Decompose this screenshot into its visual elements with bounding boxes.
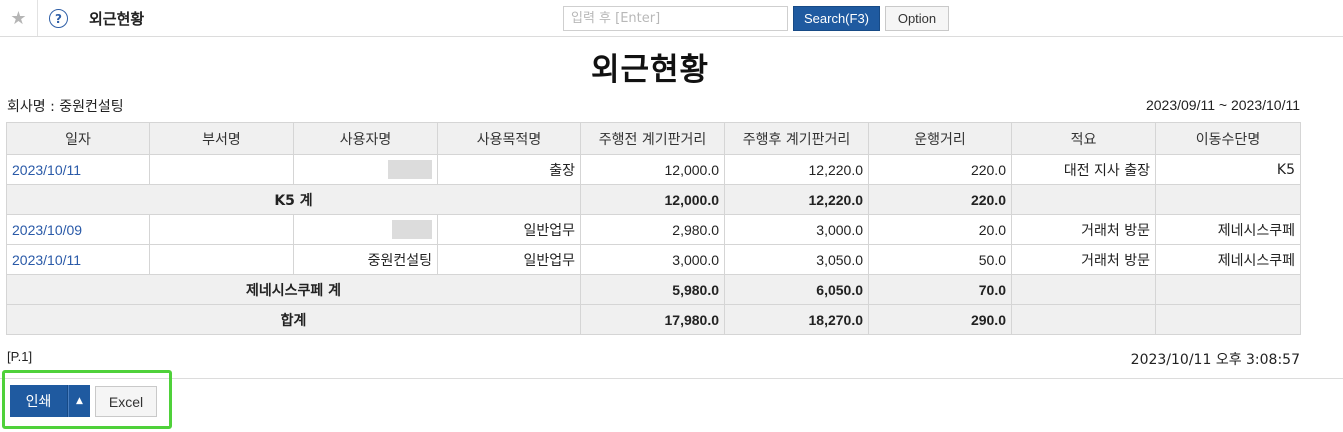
subtotal-after: 6,050.0 [724,274,869,305]
column-header-vehicle[interactable]: 이동수단명 [1155,122,1301,155]
subtotal-memo [1011,274,1156,305]
odometer-before-cell: 3,000.0 [580,244,725,275]
subtotal-vehicle [1155,184,1301,215]
purpose-cell: 일반업무 [437,244,581,275]
subtotal-label: 제네시스쿠페 계 [6,274,581,305]
department-cell [149,214,294,245]
grand-total-before: 17,980.0 [580,304,725,335]
subtotal-before: 5,980.0 [580,274,725,305]
date-link[interactable]: 2023/10/09 [6,214,150,245]
grand-total-after: 18,270.0 [724,304,869,335]
redacted-user [392,220,432,239]
table-header-row: 일자 부서명 사용자명 사용목적명 주행전 계기판거리 주행후 계기판거리 운행… [6,122,1301,155]
department-cell [149,244,294,275]
grand-total-distance: 290.0 [868,304,1012,335]
memo-cell: 거래처 방문 [1011,244,1156,275]
subtotal-label: K5 계 [6,184,581,215]
redacted-user [388,160,432,179]
column-header-department[interactable]: 부서명 [149,122,294,155]
date-link[interactable]: 2023/10/11 [6,244,150,275]
odometer-after-cell: 12,220.0 [724,154,869,185]
report-title: 외근현황 [590,52,710,88]
memo-cell: 대전 지사 출장 [1011,154,1156,185]
subtotal-before: 12,000.0 [580,184,725,215]
column-header-odometer-before[interactable]: 주행전 계기판거리 [580,122,725,155]
distance-cell: 220.0 [868,154,1012,185]
column-header-distance[interactable]: 운행거리 [868,122,1012,155]
search-button[interactable]: Search(F3) [793,6,880,31]
page-name: 외근현황 [89,10,145,28]
subtotal-row: K5 계 12,000.0 12,220.0 220.0 [6,184,1301,215]
top-toolbar: ★ ? 외근현황 Search(F3) Option [0,0,1343,37]
vehicle-cell: 제네시스쿠페 [1155,214,1301,245]
grand-total-vehicle [1155,304,1301,335]
help-icon[interactable]: ? [49,9,68,28]
vehicle-cell: 제네시스쿠페 [1155,244,1301,275]
subtotal-memo [1011,184,1156,215]
subtotal-row: 제네시스쿠페 계 5,980.0 6,050.0 70.0 [6,274,1301,305]
odometer-before-cell: 12,000.0 [580,154,725,185]
subtotal-after: 12,220.0 [724,184,869,215]
vehicle-cell: K5 [1155,154,1301,185]
print-dropdown-caret-icon[interactable]: ▲ [68,385,90,417]
grand-total-row: 합계 17,980.0 18,270.0 290.0 [6,304,1301,335]
search-input[interactable] [563,6,788,31]
table-row: 2023/10/11 중원컨설팅 일반업무 3,000.0 3,050.0 50… [6,244,1301,275]
subtotal-distance: 70.0 [868,274,1012,305]
page-number: [P.1] [7,349,33,364]
column-header-odometer-after[interactable]: 주행후 계기판거리 [724,122,869,155]
column-header-memo[interactable]: 적요 [1011,122,1156,155]
printed-timestamp: 2023/10/11 오후 3:08:57 [1130,352,1300,368]
odometer-after-cell: 3,000.0 [724,214,869,245]
table-row: 2023/10/11 출장 12,000.0 12,220.0 220.0 대전… [6,154,1301,185]
favorite-star-icon[interactable]: ★ [0,0,38,36]
print-button[interactable]: 인쇄 [10,385,68,417]
option-button[interactable]: Option [885,6,949,31]
user-cell [293,214,438,245]
subtotal-vehicle [1155,274,1301,305]
distance-cell: 20.0 [868,214,1012,245]
company-name: 회사명 : 중원컨설팅 [7,99,124,115]
odometer-before-cell: 2,980.0 [580,214,725,245]
footer-divider [0,378,1343,379]
distance-cell: 50.0 [868,244,1012,275]
date-range: 2023/09/11 ~ 2023/10/11 [1145,97,1300,113]
excel-button[interactable]: Excel [95,386,157,417]
user-cell [293,154,438,185]
purpose-cell: 출장 [437,154,581,185]
column-header-date[interactable]: 일자 [6,122,150,155]
grand-total-memo [1011,304,1156,335]
user-cell: 중원컨설팅 [293,244,438,275]
column-header-purpose[interactable]: 사용목적명 [437,122,581,155]
table-row: 2023/10/09 일반업무 2,980.0 3,000.0 20.0 거래처… [6,214,1301,245]
memo-cell: 거래처 방문 [1011,214,1156,245]
date-link[interactable]: 2023/10/11 [6,154,150,185]
column-header-user[interactable]: 사용자명 [293,122,438,155]
department-cell [149,154,294,185]
outside-work-table: 일자 부서명 사용자명 사용목적명 주행전 계기판거리 주행후 계기판거리 운행… [6,122,1301,335]
purpose-cell: 일반업무 [437,214,581,245]
odometer-after-cell: 3,050.0 [724,244,869,275]
subtotal-distance: 220.0 [868,184,1012,215]
grand-total-label: 합계 [6,304,581,335]
